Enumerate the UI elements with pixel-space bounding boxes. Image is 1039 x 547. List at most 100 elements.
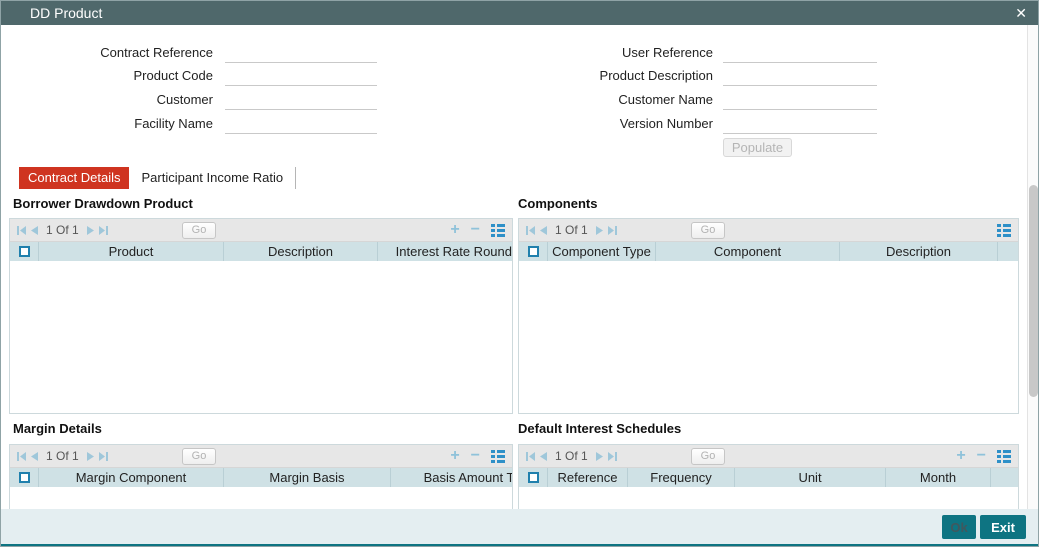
- first-page-icon[interactable]: [17, 225, 26, 235]
- column-header-frequency: Frequency: [627, 468, 734, 487]
- go-button[interactable]: Go: [182, 448, 216, 465]
- last-page-icon[interactable]: [98, 451, 108, 461]
- grid-action-icons: + −: [450, 222, 505, 238]
- customer-field[interactable]: [225, 94, 377, 110]
- select-all-checkbox[interactable]: [527, 246, 539, 257]
- user-reference-field[interactable]: [723, 47, 877, 63]
- go-button[interactable]: Go: [691, 448, 725, 465]
- grid-view-icon[interactable]: [491, 223, 505, 237]
- customer-name-field[interactable]: [723, 94, 877, 110]
- pager-nav: 1 Of 1: [526, 449, 617, 463]
- contract-reference-field[interactable]: [225, 47, 377, 63]
- pager-nav: 1 Of 1: [526, 223, 617, 237]
- header-checkbox-cell: [10, 468, 38, 487]
- last-page-icon[interactable]: [98, 225, 108, 235]
- column-header-month: Month: [885, 468, 990, 487]
- remove-row-icon[interactable]: −: [471, 448, 480, 464]
- remove-row-icon[interactable]: −: [471, 222, 480, 238]
- remove-row-icon[interactable]: −: [977, 448, 986, 464]
- borrower-drawdown-product-grid: 1 Of 1 Go + − Product Description Intere…: [9, 218, 513, 414]
- column-header-unit: Unit: [734, 468, 885, 487]
- customer-label: Customer: [156, 92, 213, 107]
- product-code-field[interactable]: [225, 70, 377, 86]
- pager-text: 1 Of 1: [555, 223, 588, 237]
- vertical-scrollbar[interactable]: [1027, 25, 1038, 509]
- section-title-borrower-drawdown-product: Borrower Drawdown Product: [13, 196, 193, 211]
- pager-nav: 1 Of 1: [17, 449, 108, 463]
- next-page-icon[interactable]: [595, 451, 603, 461]
- product-description-label: Product Description: [599, 68, 713, 83]
- grid-toolbar: 1 Of 1 Go + −: [10, 445, 512, 468]
- column-header-description: Description: [839, 242, 997, 261]
- header-checkbox-cell: [519, 242, 547, 261]
- product-description-field[interactable]: [723, 70, 877, 86]
- previous-page-icon[interactable]: [31, 225, 38, 235]
- margin-details-grid: 1 Of 1 Go + − Margin Component Margin Ba…: [9, 444, 513, 509]
- pager-text: 1 Of 1: [46, 449, 79, 463]
- grid-action-icons: [997, 223, 1011, 237]
- grid-view-icon[interactable]: [491, 449, 505, 463]
- title-bar: DD Product ✕: [1, 1, 1038, 25]
- column-header-product: Product: [38, 242, 223, 261]
- go-button[interactable]: Go: [691, 222, 725, 239]
- column-header-component-type: Component Type: [547, 242, 655, 261]
- footer-bar: Ok Exit: [1, 509, 1038, 544]
- populate-button[interactable]: Populate: [723, 138, 792, 157]
- first-page-icon[interactable]: [17, 451, 26, 461]
- column-header-spacer: [997, 242, 1018, 261]
- grid-toolbar: 1 Of 1 Go + −: [519, 445, 1018, 468]
- next-page-icon[interactable]: [595, 225, 603, 235]
- version-number-field[interactable]: [723, 118, 877, 134]
- column-header-margin-basis: Margin Basis: [223, 468, 390, 487]
- select-all-checkbox[interactable]: [18, 246, 30, 257]
- grid-view-icon[interactable]: [997, 223, 1011, 237]
- next-page-icon[interactable]: [86, 225, 94, 235]
- add-row-icon[interactable]: +: [956, 448, 965, 464]
- grid-toolbar: 1 Of 1 Go + −: [10, 219, 512, 242]
- scrollbar-thumb[interactable]: [1029, 185, 1038, 397]
- contract-reference-label: Contract Reference: [100, 45, 213, 60]
- grid-view-icon[interactable]: [997, 449, 1011, 463]
- close-icon[interactable]: ✕: [1015, 1, 1027, 25]
- previous-page-icon[interactable]: [31, 451, 38, 461]
- last-page-icon[interactable]: [607, 225, 617, 235]
- default-interest-schedules-grid: 1 Of 1 Go + − Reference Frequency Unit M…: [518, 444, 1019, 509]
- column-header-reference: Reference: [547, 468, 627, 487]
- tab-participant-income-ratio[interactable]: Participant Income Ratio: [129, 167, 297, 189]
- facility-name-field[interactable]: [225, 118, 377, 134]
- previous-page-icon[interactable]: [540, 451, 547, 461]
- grid-action-icons: + −: [450, 448, 505, 464]
- add-row-icon[interactable]: +: [450, 448, 459, 464]
- grid-action-icons: + −: [956, 448, 1011, 464]
- grid-body[interactable]: [519, 261, 1018, 413]
- grid-header-row: Reference Frequency Unit Month: [519, 468, 1018, 487]
- ok-button[interactable]: Ok: [942, 515, 976, 539]
- grid-toolbar: 1 Of 1 Go: [519, 219, 1018, 242]
- pager-text: 1 Of 1: [555, 449, 588, 463]
- previous-page-icon[interactable]: [540, 225, 547, 235]
- user-reference-label: User Reference: [621, 45, 713, 60]
- exit-button[interactable]: Exit: [980, 515, 1026, 539]
- version-number-label: Version Number: [619, 116, 713, 131]
- grid-body[interactable]: [519, 487, 1018, 509]
- section-title-margin-details: Margin Details: [13, 421, 102, 436]
- column-header-description: Description: [223, 242, 377, 261]
- tab-contract-details[interactable]: Contract Details: [19, 167, 130, 189]
- next-page-icon[interactable]: [86, 451, 94, 461]
- first-page-icon[interactable]: [526, 451, 535, 461]
- section-title-components: Components: [518, 196, 598, 211]
- grid-body[interactable]: [10, 487, 512, 509]
- grid-header-row: Component Type Component Description: [519, 242, 1018, 261]
- last-page-icon[interactable]: [607, 451, 617, 461]
- column-header-margin-component: Margin Component: [38, 468, 223, 487]
- add-row-icon[interactable]: +: [450, 222, 459, 238]
- grid-body[interactable]: [10, 261, 512, 413]
- header-checkbox-cell: [519, 468, 547, 487]
- column-header-spacer: [990, 468, 1018, 487]
- first-page-icon[interactable]: [526, 225, 535, 235]
- select-all-checkbox[interactable]: [18, 472, 30, 483]
- pager-text: 1 Of 1: [46, 223, 79, 237]
- select-all-checkbox[interactable]: [527, 472, 539, 483]
- go-button[interactable]: Go: [182, 222, 216, 239]
- pager-nav: 1 Of 1: [17, 223, 108, 237]
